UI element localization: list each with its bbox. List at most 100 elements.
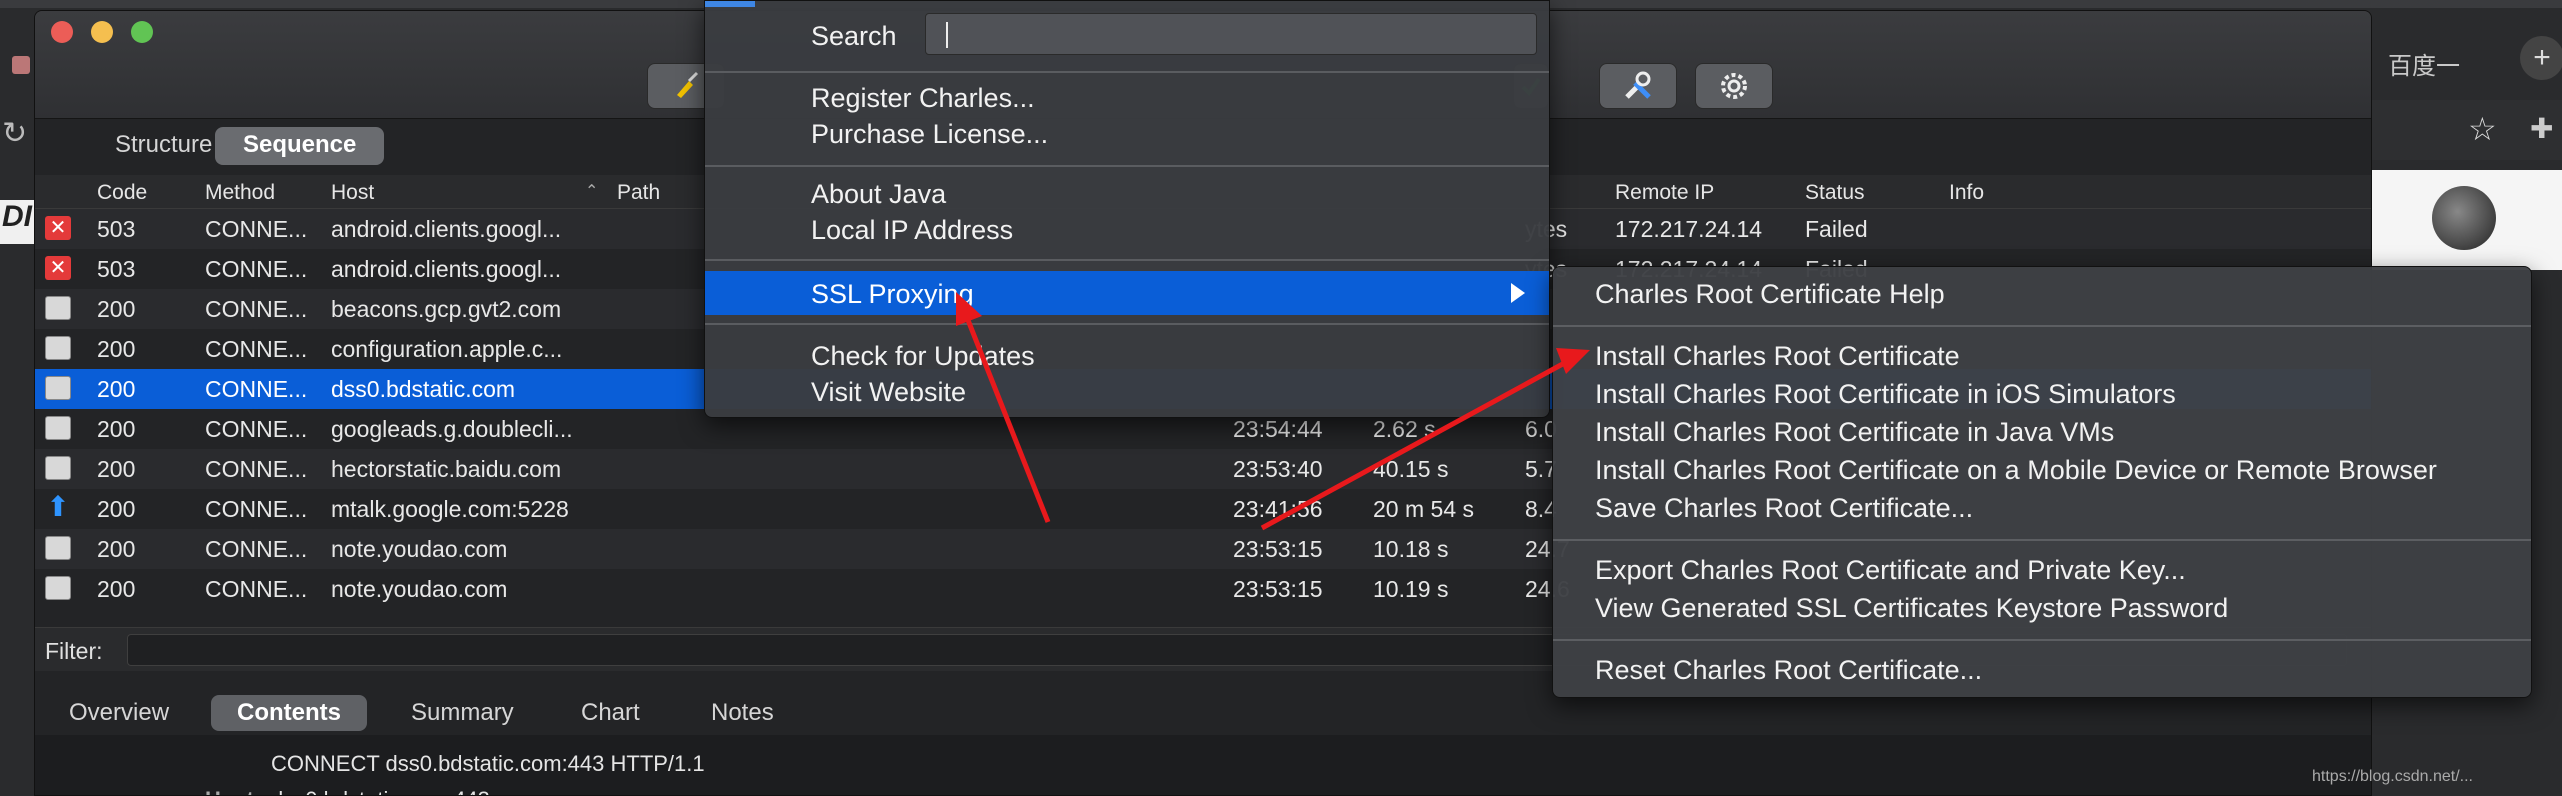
menu-item-purchase-license[interactable]: Purchase License...: [811, 119, 1048, 150]
tab-sequence[interactable]: Sequence: [215, 127, 385, 165]
menu-item-about-java[interactable]: About Java: [811, 179, 946, 210]
new-tab-icon[interactable]: +: [2520, 36, 2562, 80]
cell-method: CONNE...: [205, 256, 308, 282]
document-icon: [45, 576, 71, 600]
cell-start: 23:53:15: [1233, 576, 1323, 602]
menu-item-label: SSL Proxying: [811, 279, 974, 309]
submenu-item-install-ios[interactable]: Install Charles Root Certificate in iOS …: [1595, 379, 2176, 410]
menu-divider: [705, 259, 1549, 261]
document-icon: [45, 296, 71, 320]
close-window-button[interactable]: [51, 21, 73, 43]
cell-method: CONNE...: [205, 496, 308, 522]
menu-divider: [1553, 639, 2531, 641]
browser-url-bar: ☆ ✚: [2372, 100, 2562, 160]
menu-divider: [705, 71, 1549, 73]
tab-contents[interactable]: Contents: [211, 695, 367, 731]
cell-code: 200: [97, 376, 136, 402]
cell-start: 23:54:44: [1233, 416, 1323, 442]
menu-divider: [705, 165, 1549, 167]
submenu-item-export-cert[interactable]: Export Charles Root Certificate and Priv…: [1595, 555, 2186, 586]
column-status[interactable]: Status: [1805, 181, 1865, 205]
cell-code: 200: [97, 576, 136, 602]
cell-start: 23:41:56: [1233, 496, 1323, 522]
minimize-window-button[interactable]: [91, 21, 113, 43]
cell-host: android.clients.googl...: [331, 216, 562, 242]
search-input[interactable]: [925, 13, 1537, 55]
menu-item-check-updates[interactable]: Check for Updates: [811, 341, 1035, 372]
cell-method: CONNE...: [205, 376, 308, 402]
cell-start: 23:53:40: [1233, 456, 1323, 482]
cell-code: 503: [97, 256, 136, 282]
column-code[interactable]: Code: [97, 181, 147, 205]
ssl-proxying-submenu: Charles Root Certificate Help Install Ch…: [1552, 266, 2532, 698]
tab-structure[interactable]: Structure: [115, 131, 212, 159]
column-method[interactable]: Method: [205, 181, 275, 205]
broom-icon: [677, 71, 699, 98]
submenu-item-install-mobile[interactable]: Install Charles Root Certificate on a Mo…: [1595, 455, 2437, 486]
browser-tab-favicon: [12, 56, 30, 74]
cell-host: mtalk.google.com:5228: [331, 496, 569, 522]
cell-code: 200: [97, 456, 136, 482]
menu-item-ssl-proxying[interactable]: SSL Proxying: [705, 271, 1549, 315]
cell-code: 200: [97, 296, 136, 322]
tab-notes[interactable]: Notes: [711, 699, 774, 727]
cell-code: 200: [97, 536, 136, 562]
tools-icon: [1625, 71, 1651, 99]
submenu-item-reset-cert[interactable]: Reset Charles Root Certificate...: [1595, 655, 1982, 686]
request-line: CONNECT dss0.bdstatic.com:443 HTTP/1.1: [271, 751, 705, 776]
upload-icon: ⬆: [46, 491, 70, 522]
submenu-item-install-cert[interactable]: Install Charles Root Certificate: [1595, 341, 1960, 372]
cell-host: beacons.gcp.gvt2.com: [331, 296, 562, 322]
submenu-item-save-cert[interactable]: Save Charles Root Certificate...: [1595, 493, 1973, 524]
browser-tab-label[interactable]: 百度一: [2388, 46, 2460, 81]
tools-button[interactable]: [1599, 63, 1677, 109]
document-icon: [45, 536, 71, 560]
search-label: Search: [811, 21, 897, 51]
cell-host: configuration.apple.c...: [331, 336, 563, 362]
detail-pane: CONNECT dss0.bdstatic.com:443 HTTP/1.1 H…: [35, 735, 2371, 795]
error-icon: ✕: [45, 216, 71, 240]
maximize-window-button[interactable]: [131, 21, 153, 43]
column-host[interactable]: Host: [331, 181, 374, 205]
submenu-item-view-keystore[interactable]: View Generated SSL Certificates Keystore…: [1595, 593, 2228, 624]
document-icon: [45, 376, 71, 400]
background-page-text: DI: [0, 200, 34, 244]
reload-icon[interactable]: ↻: [2, 116, 27, 151]
tab-overview[interactable]: Overview: [69, 699, 169, 727]
gear-icon: [1721, 73, 1747, 99]
browser-tab-strip: 百度一 +: [2372, 30, 2562, 90]
tab-chart[interactable]: Chart: [581, 699, 640, 727]
cell-method: CONNE...: [205, 576, 308, 602]
menu-item-register[interactable]: Register Charles...: [811, 83, 1035, 114]
column-remote-ip[interactable]: Remote IP: [1615, 181, 1714, 205]
bookmark-star-icon[interactable]: ☆: [2468, 110, 2497, 148]
document-icon: [45, 416, 71, 440]
column-path[interactable]: Path: [617, 181, 660, 205]
header-value: dss0.bdstatic.com:443: [271, 787, 490, 795]
menu-item-visit-website[interactable]: Visit Website: [811, 377, 966, 408]
tab-summary[interactable]: Summary: [411, 699, 514, 727]
cell-host: googleads.g.doublecli...: [331, 416, 573, 442]
extensions-icon[interactable]: ✚: [2530, 112, 2553, 145]
cell-method: CONNE...: [205, 456, 308, 482]
avatar: [2432, 186, 2496, 250]
cell-host: hectorstatic.baidu.com: [331, 456, 562, 482]
cell-method: CONNE...: [205, 216, 308, 242]
cell-host: android.clients.googl...: [331, 256, 562, 282]
cell-remote-ip: 172.217.24.14: [1615, 216, 1763, 242]
cell-method: CONNE...: [205, 336, 308, 362]
header-name: Host: [205, 787, 254, 795]
submenu-item-install-java[interactable]: Install Charles Root Certificate in Java…: [1595, 417, 2114, 448]
cell-start: 23:53:15: [1233, 536, 1323, 562]
cell-code: 200: [97, 496, 136, 522]
column-info[interactable]: Info: [1949, 181, 1984, 205]
sort-ascending-icon: ⌃: [585, 183, 599, 200]
document-icon: [45, 456, 71, 480]
cell-duration: 2.62 s: [1373, 416, 1436, 442]
menu-item-local-ip[interactable]: Local IP Address: [811, 215, 1013, 246]
cell-method: CONNE...: [205, 536, 308, 562]
cell-code: 503: [97, 216, 136, 242]
settings-button[interactable]: [1695, 63, 1773, 109]
cell-host: note.youdao.com: [331, 536, 508, 562]
submenu-item-cert-help[interactable]: Charles Root Certificate Help: [1595, 279, 1945, 310]
